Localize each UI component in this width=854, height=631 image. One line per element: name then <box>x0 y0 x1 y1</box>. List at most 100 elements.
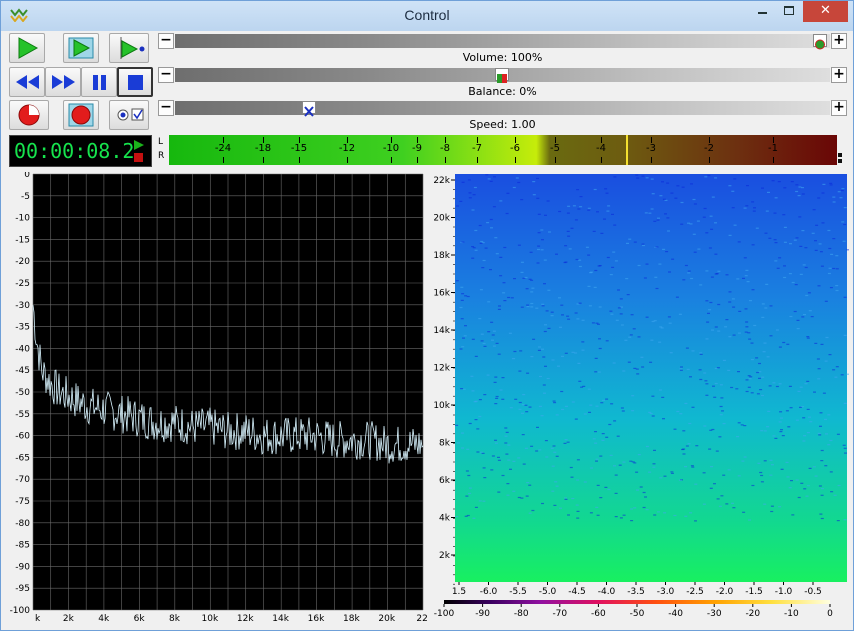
spectrogram-speckle <box>474 400 478 402</box>
play-button[interactable] <box>9 33 45 63</box>
maximize-button[interactable] <box>776 1 803 22</box>
spectrogram-speckle <box>478 415 482 418</box>
spectrogram-speckle <box>594 269 598 272</box>
spectrogram-speckle <box>632 328 636 330</box>
spectrogram-speckle <box>659 477 663 479</box>
spectrogram-speckle <box>839 197 843 199</box>
balance-increase-button[interactable]: + <box>831 67 847 83</box>
spectrogram-speckle <box>648 411 652 413</box>
balance-slider[interactable]: − + <box>158 67 847 83</box>
play-loop-button[interactable] <box>63 33 99 63</box>
spectrogram-speckle <box>718 505 722 507</box>
spectrum-y-tick-label: -10 <box>15 214 30 224</box>
stop-button[interactable] <box>117 67 153 97</box>
spectrogram-speckle <box>466 448 470 450</box>
spectrogram-speckle <box>644 212 648 214</box>
spectrogram-speckle <box>806 380 810 382</box>
spectrogram-speckle <box>633 507 637 509</box>
title-bar[interactable]: Control ✕ <box>1 1 853 31</box>
spectrogram-speckle <box>843 334 847 336</box>
spectrogram-speckle <box>622 514 626 516</box>
volume-increase-button[interactable]: + <box>831 33 847 49</box>
spectrogram-speckle <box>708 247 712 249</box>
spectrogram-speckle <box>481 267 485 269</box>
spectrogram-speckle <box>609 454 613 456</box>
spectrogram-speckle <box>679 369 683 371</box>
spectrogram-speckle <box>827 229 831 232</box>
spectrogram-speckle <box>595 506 599 508</box>
spectrogram-speckle <box>629 460 633 462</box>
record-new-button[interactable] <box>63 100 99 130</box>
volume-thumb[interactable] <box>813 34 827 50</box>
close-button[interactable]: ✕ <box>803 1 848 22</box>
spectrogram-speckle <box>750 359 754 361</box>
fast-forward-button[interactable] <box>45 67 81 97</box>
volume-slider[interactable]: − + <box>158 33 847 50</box>
spectrogram-speckle <box>795 190 799 193</box>
spectrogram-speckle <box>783 276 787 279</box>
spectrogram-speckle <box>802 440 806 442</box>
meter-scale-label: -3 <box>646 143 656 154</box>
spectrogram-speckle <box>680 366 683 368</box>
spectrogram-speckle <box>579 206 583 208</box>
spectrogram-speckle <box>461 447 464 449</box>
spectrogram-speckle <box>785 461 789 463</box>
spectrogram[interactable]: 22k 20k 18k 16k 14k 12k 10k 8k 6k 4k 2k 1.5 -6.0 -5.5… <box>430 172 849 624</box>
spectrogram-speckle <box>820 343 824 345</box>
volume-track[interactable] <box>175 34 830 48</box>
spectrogram-speckle <box>727 469 731 471</box>
spectrogram-speckle <box>648 212 652 214</box>
spectrogram-speckle <box>825 336 829 339</box>
spectrogram-speckle <box>832 369 836 371</box>
meter-tick <box>391 157 392 163</box>
record-button[interactable] <box>9 100 49 130</box>
spectrogram-speckle <box>728 234 732 236</box>
spectrogram-speckle <box>662 198 666 200</box>
spectrogram-speckle <box>666 182 670 184</box>
spectrogram-speckle <box>681 186 685 188</box>
spectrogram-speckle <box>766 356 770 358</box>
spectrogram-speckle <box>786 476 790 478</box>
volume-decrease-button[interactable]: − <box>158 33 174 49</box>
speed-slider[interactable]: − + <box>158 100 847 117</box>
spectrogram-speckle <box>684 402 688 405</box>
spectrogram-speckle <box>509 407 513 409</box>
spectrogram-speckle <box>711 196 715 198</box>
spectrogram-speckle <box>530 291 534 293</box>
pause-button[interactable] <box>81 67 117 97</box>
spectrogram-speckle <box>709 215 713 217</box>
spectrum-analyzer[interactable]: 0 -5 -10 -15 -20 -25 -30 -35 -40 -45 -50 -55 -60 -65 -… <box>9 172 427 624</box>
spectrogram-speckle <box>731 190 735 192</box>
spectrogram-speckle <box>461 293 465 295</box>
spectrogram-speckle <box>636 489 639 491</box>
spectrogram-speckle <box>624 339 628 341</box>
monitor-options-button[interactable] <box>109 100 149 130</box>
spectrogram-speckle <box>772 435 776 437</box>
speed-decrease-button[interactable]: − <box>158 100 174 116</box>
spectrogram-speckle <box>525 288 529 290</box>
rewind-button[interactable] <box>9 67 45 97</box>
spectrogram-speckle <box>761 376 765 378</box>
spectrogram-speckle <box>608 423 612 426</box>
spectrogram-speckle <box>684 264 688 267</box>
spectrogram-speckle <box>464 295 468 297</box>
spectrum-y-tick-label: -90 <box>15 562 30 572</box>
spectrogram-speckle <box>517 496 521 499</box>
play-from-cursor-button[interactable] <box>109 33 149 63</box>
spectrogram-speckle <box>467 179 471 181</box>
spectrogram-speckle <box>663 475 667 477</box>
speed-thumb[interactable] <box>302 101 316 117</box>
speed-track[interactable] <box>175 101 830 115</box>
spectrum-y-tick-label: -35 <box>15 323 30 333</box>
spectrogram-speckle <box>512 490 516 492</box>
spectrogram-speckle <box>794 284 798 286</box>
speed-increase-button[interactable]: + <box>831 100 847 116</box>
spectrogram-speckle <box>545 456 549 458</box>
spectrogram-speckle <box>678 313 682 315</box>
balance-decrease-button[interactable]: − <box>158 67 174 83</box>
balance-thumb[interactable] <box>495 68 509 83</box>
spectrogram-x-tick-label: -5.5 <box>509 587 527 597</box>
minimize-button[interactable] <box>749 1 776 22</box>
spectrogram-speckle <box>714 253 718 255</box>
spectrogram-speckle <box>621 410 625 412</box>
